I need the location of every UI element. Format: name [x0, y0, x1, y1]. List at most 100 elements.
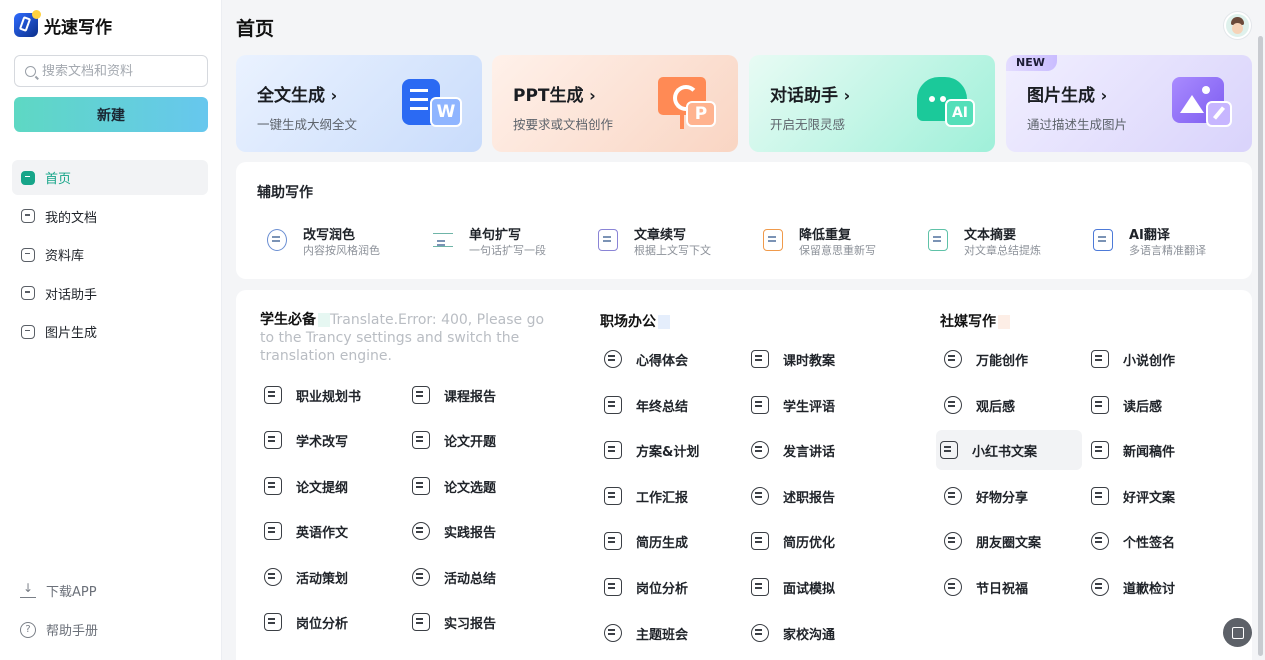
document-icon [21, 209, 35, 223]
avatar[interactable] [1224, 12, 1251, 39]
help-manual-label: 帮助手册 [46, 624, 99, 639]
template-item[interactable]: 发言讲话 [747, 430, 893, 470]
lesson-plan-icon [751, 350, 769, 368]
search-icon [25, 65, 36, 77]
tool-reduce-duplication[interactable]: 降低重复 保留意思重新写 [763, 224, 923, 258]
download-icon [20, 582, 36, 598]
template-item[interactable]: 方案&计划 [600, 430, 746, 470]
template-item[interactable]: 新闻稿件 [1087, 430, 1233, 470]
template-item[interactable]: 节日祝福 [940, 567, 1086, 607]
tool-name: 单句扩写 [469, 228, 522, 243]
template-item[interactable]: 论文选题 [408, 466, 554, 506]
event-summary-icon [412, 568, 430, 586]
template-item[interactable]: 课时教案 [747, 339, 893, 379]
section-title: 职场办公 [600, 314, 656, 330]
template-item[interactable]: 小说创作 [1087, 339, 1233, 379]
course-report-icon [412, 386, 430, 404]
sidebar-item-image-generation[interactable]: 图片生成 [12, 314, 208, 349]
card-ppt-generation[interactable]: PPT生成 按要求或文档创作 P [492, 55, 738, 152]
sidebar-item-label: 图片生成 [45, 326, 98, 341]
presentation-icon: P [658, 77, 718, 129]
template-item[interactable]: 工作汇报 [600, 476, 746, 516]
sidebar-item-my-documents[interactable]: 我的文档 [12, 199, 208, 234]
template-item[interactable]: 论文提纲 [260, 466, 406, 506]
search-box[interactable] [14, 55, 208, 87]
template-item[interactable]: 好评文案 [1087, 476, 1233, 516]
topic-selection-icon [412, 477, 430, 495]
template-item[interactable]: 小红书文案 [936, 430, 1082, 470]
template-item[interactable]: 论文开题 [408, 420, 554, 460]
template-item[interactable]: 道歉检讨 [1087, 567, 1233, 607]
feedback-edit-button[interactable] [1223, 618, 1252, 647]
template-item[interactable]: 好物分享 [940, 476, 1086, 516]
speech-icon [751, 441, 769, 459]
continue-icon [598, 229, 618, 251]
sidebar-item-library[interactable]: 资料库 [12, 237, 208, 272]
template-item[interactable]: 实践报告 [408, 511, 554, 551]
image-icon [21, 324, 35, 339]
template-item[interactable]: 朋友圈文案 [940, 521, 1086, 561]
card-full-text-generation[interactable]: 全文生成 一键生成大纲全文 W [236, 55, 482, 152]
section-title: 学生必备 [260, 312, 316, 328]
practice-report-icon [412, 522, 430, 540]
interview-icon [751, 578, 769, 596]
template-item[interactable]: 读后感 [1087, 385, 1233, 425]
template-item[interactable]: 岗位分析 [260, 602, 406, 642]
card-image-generation[interactable]: NEW 图片生成 通过描述生成图片 [1006, 55, 1252, 152]
template-item[interactable]: 观后感 [940, 385, 1086, 425]
book-review-icon [1091, 396, 1109, 414]
student-comment-icon [751, 396, 769, 414]
help-manual-link[interactable]: ? 帮助手册 [20, 620, 98, 639]
moments-icon [944, 532, 962, 550]
template-item[interactable]: 英语作文 [260, 511, 406, 551]
dedupe-icon [763, 229, 783, 251]
assisted-writing-panel: 辅助写作 改写润色 内容按风格润色 单句扩写 一句话扩写一段 文章续写 根据上文… [236, 162, 1252, 279]
sidebar-item-chat-assistant[interactable]: 对话助手 [12, 276, 208, 311]
tool-text-summary[interactable]: 文本摘要 对文章总结提炼 [928, 224, 1088, 258]
template-item[interactable]: 个性签名 [1087, 521, 1233, 561]
summary-icon [928, 229, 948, 251]
template-item[interactable]: 面试模拟 [747, 567, 893, 607]
template-item[interactable]: 实习报告 [408, 602, 554, 642]
templates-panel: 学生必备 Translate.Error: 400, Please go to t… [236, 290, 1252, 660]
template-item[interactable]: 万能创作 [940, 339, 1086, 379]
search-input[interactable] [42, 63, 202, 79]
template-item[interactable]: 活动总结 [408, 557, 554, 597]
app-name: 光速写作 [44, 17, 112, 38]
performance-report-icon [751, 487, 769, 505]
card-chat-assistant[interactable]: 对话助手 开启无限灵感 AI [749, 55, 995, 152]
template-item[interactable]: 述职报告 [747, 476, 893, 516]
template-item[interactable]: 职业规划书 [260, 375, 406, 415]
social-section-header: 社媒写作 [940, 311, 1010, 331]
tool-sentence-expand[interactable]: 单句扩写 一句话扩写一段 [433, 224, 593, 258]
template-item[interactable]: 学生评语 [747, 385, 893, 425]
template-item[interactable]: 简历生成 [600, 521, 746, 561]
template-item[interactable]: 学术改写 [260, 420, 406, 460]
new-document-button[interactable]: 新建 [14, 97, 208, 132]
template-item[interactable]: 课程报告 [408, 375, 554, 415]
template-item[interactable]: 家校沟通 [747, 613, 893, 653]
tool-rewrite-polish[interactable]: 改写润色 内容按风格润色 [267, 224, 427, 258]
tool-name: 改写润色 [303, 228, 356, 243]
tool-continue-writing[interactable]: 文章续写 根据上文写下文 [598, 224, 758, 258]
academic-rewrite-icon [264, 431, 282, 449]
template-item[interactable]: 岗位分析 [600, 567, 746, 607]
internship-report-icon [412, 613, 430, 631]
download-app-link[interactable]: 下载APP [20, 581, 97, 600]
tool-ai-translate[interactable]: AI翻译 多语言精准翻译 [1093, 224, 1253, 258]
template-item[interactable]: 活动策划 [260, 557, 406, 597]
year-end-summary-icon [604, 396, 622, 414]
template-item[interactable]: 简历优化 [747, 521, 893, 561]
sidebar-item-label: 我的文档 [45, 210, 98, 226]
novel-icon [1091, 350, 1109, 368]
scrollbar[interactable] [1258, 36, 1263, 656]
template-item[interactable]: 心得体会 [600, 339, 746, 379]
insights-icon [604, 350, 622, 368]
template-item[interactable]: 主题班会 [600, 613, 746, 653]
sidebar-item-home[interactable]: 首页 [12, 160, 208, 195]
event-planning-icon [264, 568, 282, 586]
new-badge: NEW [1006, 55, 1057, 71]
template-item[interactable]: 年终总结 [600, 385, 746, 425]
tool-description: 内容按风格润色 [303, 244, 380, 257]
app-logo[interactable]: 光速写作 [14, 10, 112, 38]
